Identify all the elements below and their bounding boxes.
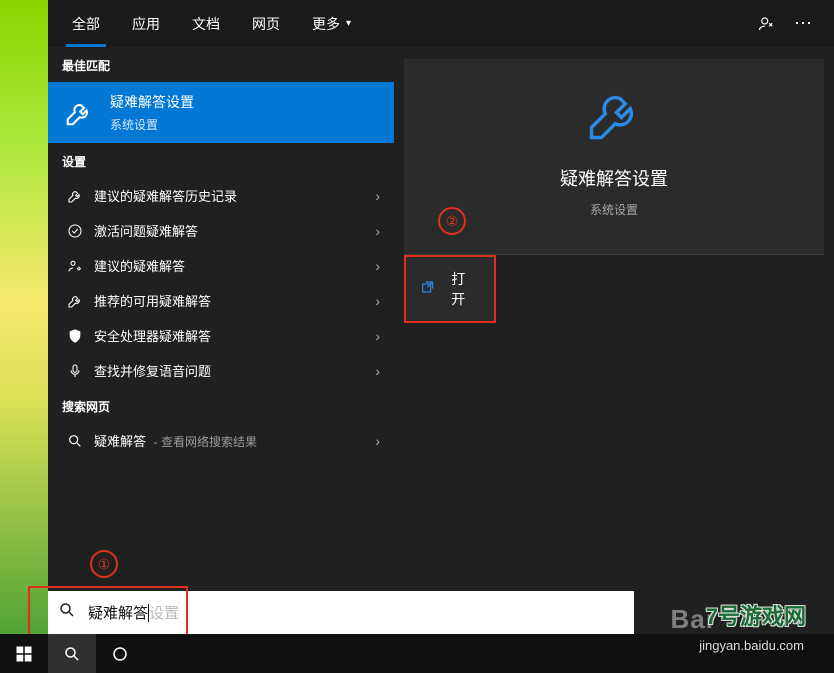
tab-docs[interactable]: 文档 bbox=[176, 0, 236, 47]
open-external-icon bbox=[420, 280, 437, 298]
preview-subtitle: 系统设置 bbox=[414, 201, 814, 218]
check-circle-icon bbox=[62, 223, 88, 239]
tab-label: 网页 bbox=[252, 14, 280, 34]
best-match-item[interactable]: 疑难解答设置 系统设置 bbox=[48, 82, 394, 143]
annotation-red-box: 打开 bbox=[404, 255, 496, 323]
microphone-icon bbox=[62, 363, 88, 379]
tab-label: 全部 bbox=[72, 14, 100, 34]
list-label: 查找并修复语音问题 bbox=[88, 361, 375, 380]
tabs-bar: 全部 应用 文档 网页 更多 ▾ ⋯ bbox=[48, 0, 834, 47]
list-label: 激活问题疑难解答 bbox=[88, 221, 375, 240]
web-item-suffix: - 查看网络搜索结果 bbox=[154, 435, 257, 449]
preview-card: 疑难解答设置 系统设置 bbox=[404, 59, 824, 254]
search-box[interactable]: 疑难解答设置 bbox=[48, 591, 634, 634]
feedback-icon[interactable] bbox=[756, 13, 778, 35]
wrench-icon bbox=[584, 85, 644, 145]
wrench-icon bbox=[62, 96, 96, 130]
tab-all[interactable]: 全部 bbox=[56, 0, 116, 47]
annotation-step-1: ① bbox=[90, 550, 118, 578]
web-item-label: 疑难解答 bbox=[94, 434, 146, 449]
list-label: 建议的疑难解答历史记录 bbox=[88, 186, 375, 205]
open-button[interactable]: 打开 bbox=[406, 257, 494, 321]
chevron-right-icon: › bbox=[375, 293, 380, 309]
chevron-right-icon: › bbox=[375, 363, 380, 379]
wrench-icon bbox=[62, 188, 88, 204]
search-ghost-text: 设置 bbox=[149, 602, 179, 623]
start-button[interactable] bbox=[0, 634, 48, 673]
annotation-step-2: ② bbox=[438, 207, 466, 235]
settings-item[interactable]: 查找并修复语音问题 › bbox=[48, 353, 394, 388]
web-search-item[interactable]: 疑难解答 - 查看网络搜索结果 › bbox=[48, 423, 394, 458]
tab-label: 更多 bbox=[312, 14, 340, 34]
results-main: 最佳匹配 疑难解答设置 系统设置 设置 建议的疑难解答历史记录 › 激活问题疑难… bbox=[48, 47, 834, 634]
tab-more[interactable]: 更多 ▾ bbox=[296, 0, 367, 47]
tab-web[interactable]: 网页 bbox=[236, 0, 296, 47]
chevron-right-icon: › bbox=[375, 258, 380, 274]
wrench-icon bbox=[62, 293, 88, 309]
chevron-right-icon: › bbox=[375, 223, 380, 239]
list-label: 推荐的可用疑难解答 bbox=[88, 291, 375, 310]
tab-label: 文档 bbox=[192, 14, 220, 34]
settings-item[interactable]: 建议的疑难解答 › bbox=[48, 248, 394, 283]
section-search-web: 搜索网页 bbox=[48, 388, 394, 423]
best-match-title: 疑难解答设置 bbox=[110, 92, 194, 112]
tab-label: 应用 bbox=[132, 14, 160, 34]
taskbar-search-button[interactable] bbox=[48, 634, 96, 673]
shield-icon bbox=[62, 328, 88, 344]
list-label: 建议的疑难解答 bbox=[88, 256, 375, 275]
web-item-container: 疑难解答 - 查看网络搜索结果 bbox=[88, 431, 375, 450]
chevron-right-icon: › bbox=[375, 328, 380, 344]
person-wrench-icon bbox=[62, 258, 88, 274]
more-options-icon[interactable]: ⋯ bbox=[792, 13, 814, 35]
chevron-right-icon: › bbox=[375, 188, 380, 204]
settings-item[interactable]: 建议的疑难解答历史记录 › bbox=[48, 178, 394, 213]
settings-item[interactable]: 推荐的可用疑难解答 › bbox=[48, 283, 394, 318]
settings-item[interactable]: 安全处理器疑难解答 › bbox=[48, 318, 394, 353]
chevron-right-icon: › bbox=[375, 433, 380, 449]
tab-apps[interactable]: 应用 bbox=[116, 0, 176, 47]
search-icon bbox=[62, 433, 88, 449]
preview-column: 疑难解答设置 系统设置 ② 打开 bbox=[394, 47, 834, 634]
taskbar bbox=[0, 634, 834, 673]
list-label: 安全处理器疑难解答 bbox=[88, 326, 375, 345]
search-typed-text: 疑难解答 bbox=[88, 602, 148, 623]
section-settings: 设置 bbox=[48, 143, 394, 178]
search-icon bbox=[58, 601, 76, 624]
chevron-down-icon: ▾ bbox=[346, 18, 351, 29]
best-match-subtitle: 系统设置 bbox=[110, 116, 194, 133]
desktop-strip bbox=[0, 0, 48, 634]
results-left-column: 最佳匹配 疑难解答设置 系统设置 设置 建议的疑难解答历史记录 › 激活问题疑难… bbox=[48, 47, 394, 634]
cortana-button[interactable] bbox=[96, 634, 144, 673]
search-panel: 全部 应用 文档 网页 更多▾ ⋯ 最佳匹配 疑难解答设置 系统设置 bbox=[48, 0, 834, 634]
settings-item[interactable]: 激活问题疑难解答 › bbox=[48, 213, 394, 248]
preview-title: 疑难解答设置 bbox=[414, 165, 814, 191]
section-best-match: 最佳匹配 bbox=[48, 47, 394, 82]
open-label: 打开 bbox=[451, 269, 478, 309]
